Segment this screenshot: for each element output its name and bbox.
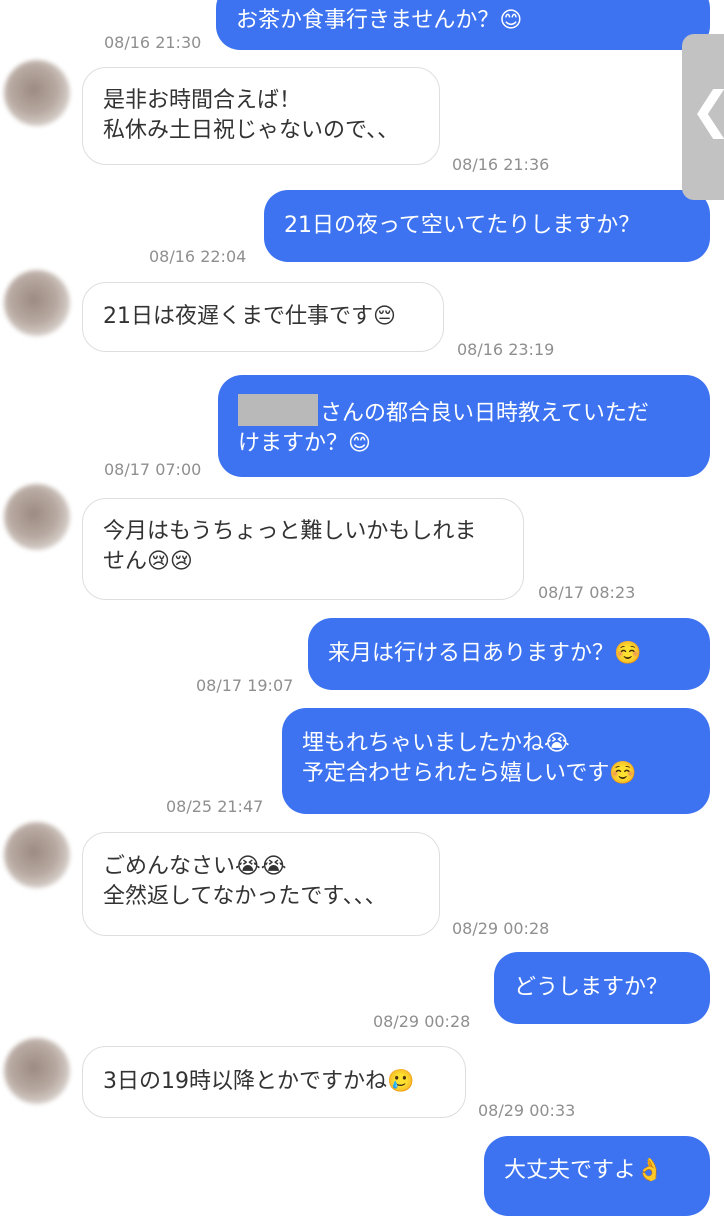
message-text: どうしますか？ <box>514 975 669 1000</box>
message-timestamp: 08/17 07:00 <box>104 460 202 479</box>
message-text: けますか？😊 <box>238 431 371 456</box>
message-text: 埋もれちゃいましたかね😭 <box>302 731 570 756</box>
message-timestamp: 08/16 22:04 <box>149 247 247 266</box>
message-text: お茶か食事行きませんか？😊 <box>236 8 523 33</box>
message-timestamp: 08/25 21:47 <box>166 797 264 816</box>
message-text: 是非お時間合えば！ <box>103 88 302 113</box>
message-outgoing[interactable]: どうしますか？ <box>494 952 710 1024</box>
message-text: せん😢😢 <box>103 549 193 574</box>
message-outgoing[interactable]: 埋もれちゃいましたかね😭 予定合わせられたら嬉しいです☺️ <box>282 708 710 814</box>
message-incoming[interactable]: 3日の19時以降とかですかね🥲 <box>82 1046 466 1118</box>
message-outgoing[interactable]: 来月は行ける日ありますか？☺️ <box>308 618 710 690</box>
chat-thread: お茶か食事行きませんか？😊 08/16 21:30 是非お時間合えば！ 私休み土… <box>0 0 724 1216</box>
message-timestamp: 08/16 21:36 <box>452 155 550 174</box>
message-outgoing[interactable]: 大丈夫ですよ👌 <box>484 1136 710 1216</box>
message-timestamp: 08/17 08:23 <box>538 583 636 602</box>
chevron-left-icon[interactable]: ❮ <box>690 80 724 140</box>
message-text: 全然返してなかったです、、、 <box>103 884 387 909</box>
message-timestamp: 08/29 00:28 <box>373 1012 471 1031</box>
redacted-name <box>238 394 318 426</box>
message-timestamp: 08/16 23:19 <box>457 340 555 359</box>
message-incoming[interactable]: ごめんなさい😭😭 全然返してなかったです、、、 <box>82 832 440 936</box>
avatar[interactable] <box>4 60 70 126</box>
message-incoming[interactable]: 今月はもうちょっと難しいかもしれま せん😢😢 <box>82 498 524 600</box>
message-outgoing[interactable]: 21日の夜って空いてたりしますか？ <box>264 190 710 262</box>
message-text: ごめんなさい😭😭 <box>103 854 287 879</box>
message-timestamp: 08/16 21:30 <box>104 33 202 52</box>
avatar[interactable] <box>4 270 70 336</box>
message-text: さんの都合良い日時教えていただ <box>238 394 690 429</box>
message-timestamp: 08/17 19:07 <box>196 676 294 695</box>
avatar[interactable] <box>4 1038 70 1104</box>
message-text: 3日の19時以降とかですかね🥲 <box>103 1069 415 1094</box>
avatar[interactable] <box>4 484 70 550</box>
message-outgoing[interactable]: さんの都合良い日時教えていただ けますか？😊 <box>218 375 710 477</box>
avatar[interactable] <box>4 822 70 888</box>
message-text: 今月はもうちょっと難しいかもしれま <box>103 519 477 544</box>
message-text: 予定合わせられたら嬉しいです☺️ <box>302 761 637 786</box>
message-timestamp: 08/29 00:33 <box>478 1101 576 1120</box>
message-text: 21日は夜遅くまで仕事です😔 <box>103 304 396 329</box>
message-incoming[interactable]: 是非お時間合えば！ 私休み土日祝じゃないので、、 <box>82 67 440 165</box>
message-outgoing[interactable]: お茶か食事行きませんか？😊 <box>216 0 710 50</box>
message-incoming[interactable]: 21日は夜遅くまで仕事です😔 <box>82 282 444 352</box>
message-text: 来月は行ける日ありますか？☺️ <box>328 641 642 666</box>
message-timestamp: 08/29 00:28 <box>452 919 550 938</box>
message-text: 21日の夜って空いてたりしますか？ <box>284 213 641 238</box>
message-text: 大丈夫ですよ👌 <box>504 1158 664 1183</box>
message-text: 私休み土日祝じゃないので、、 <box>103 118 400 143</box>
